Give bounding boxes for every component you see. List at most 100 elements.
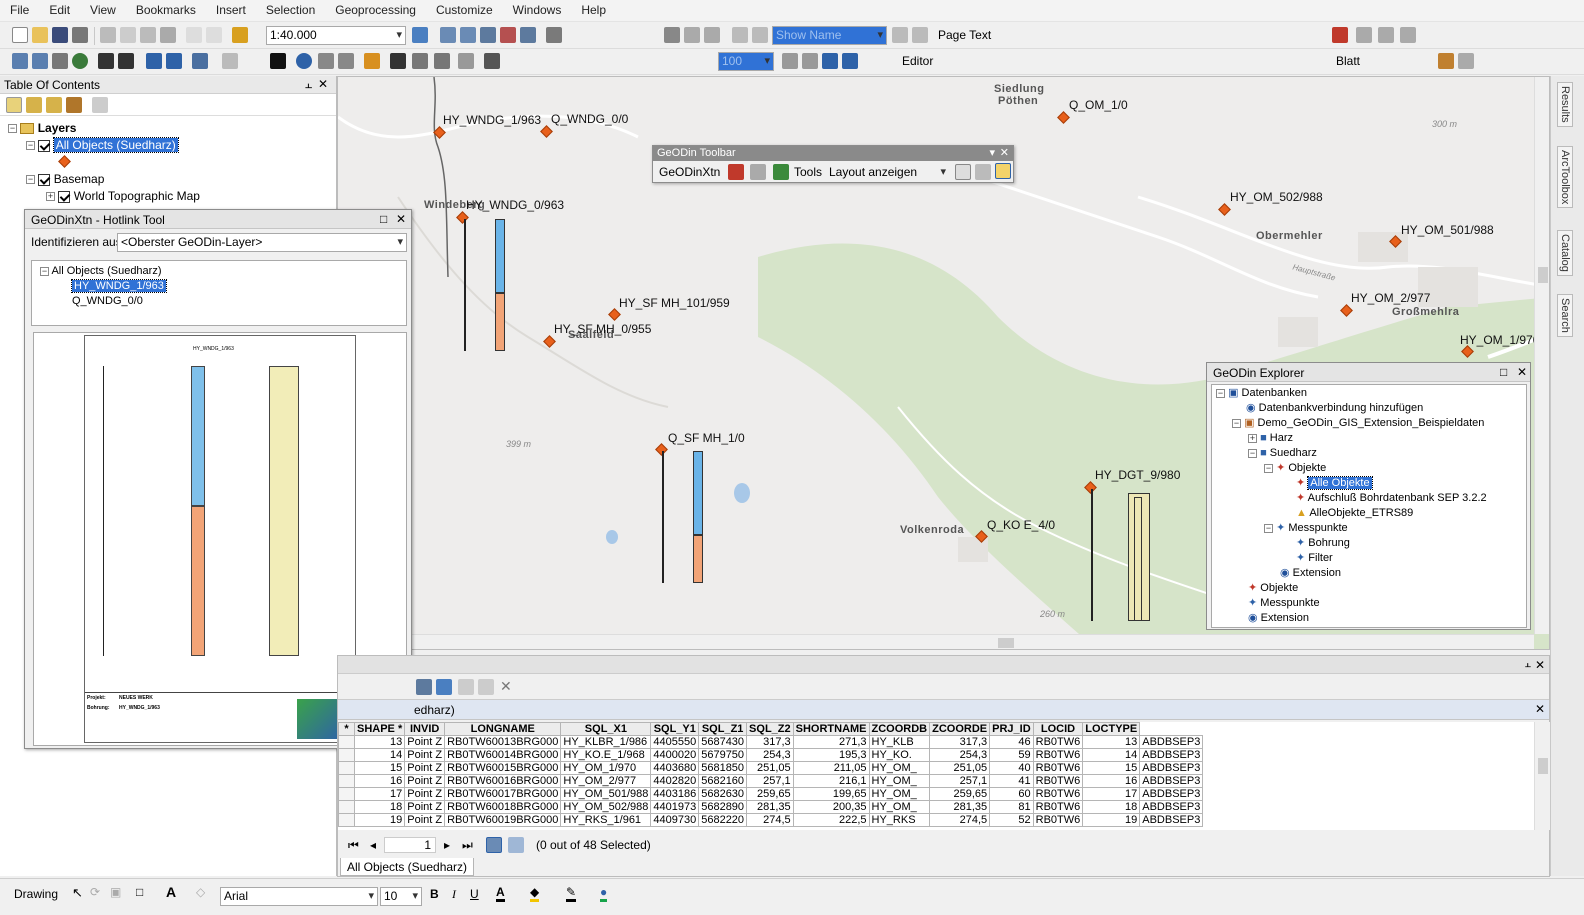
last-record-icon[interactable]: ⏭ (462, 838, 473, 853)
table-cell[interactable]: 281,35 (746, 800, 794, 814)
tool-icon[interactable] (975, 164, 991, 180)
list-by-visibility-icon[interactable] (46, 97, 62, 113)
tree-item[interactable]: Objekte (1260, 582, 1298, 594)
full-extent-icon[interactable] (72, 53, 88, 69)
table-cell[interactable]: ABDBSEP3 (1139, 761, 1204, 775)
table-cell[interactable]: RB0TW6 (1032, 787, 1084, 801)
tree-item[interactable]: AlleObjekte_ETRS89 (1309, 507, 1413, 519)
tree-item[interactable]: Extension (1293, 567, 1341, 579)
table-cell[interactable]: 14 (353, 748, 406, 762)
show-name-combo[interactable]: Show Name (772, 26, 887, 45)
table-cell[interactable]: 41 (989, 774, 1034, 788)
close-icon[interactable]: ✕ (1535, 702, 1545, 716)
collapse-all-objects-icon[interactable]: − (26, 141, 35, 151)
identify-icon[interactable] (296, 53, 312, 69)
tree-item[interactable]: Objekte (1288, 462, 1326, 474)
tool-icon[interactable] (955, 164, 971, 180)
select-elements-icon[interactable] (270, 53, 286, 69)
table-cell[interactable]: RB0TW60013BRG000 (444, 735, 562, 749)
table-cell[interactable]: 259,65 (929, 787, 991, 801)
table-cell[interactable]: 4400020 (650, 748, 700, 762)
zoom-in-icon[interactable] (12, 53, 28, 69)
table-cell[interactable]: RB0TW60018BRG000 (444, 800, 562, 814)
maximize-icon[interactable]: □ (380, 212, 387, 226)
menu-geoprocessing[interactable]: Geoprocessing (335, 3, 416, 17)
tab-arctoolbox[interactable]: ArcToolbox (1557, 146, 1573, 209)
table-cell[interactable]: Point Z (404, 800, 446, 814)
italic-button[interactable]: I (452, 887, 456, 902)
table-cell[interactable]: 52 (989, 813, 1034, 827)
record-number-input[interactable]: 1 (384, 837, 436, 853)
column-header[interactable]: PRJ_ID (989, 722, 1034, 736)
table-cell[interactable]: ABDBSEP3 (1139, 813, 1204, 827)
table-cell[interactable]: RB0TW6 (1032, 800, 1084, 814)
prev-record-icon[interactable]: ◂ (370, 838, 376, 852)
menu-help[interactable]: Help (581, 3, 606, 17)
table-cell[interactable]: HY_OM_1/970 (560, 761, 652, 775)
first-page-icon[interactable] (732, 27, 748, 43)
related-tables-icon[interactable] (436, 679, 452, 695)
map-vertical-scrollbar[interactable] (1534, 77, 1549, 634)
identify-from-combo[interactable]: <Oberster GeODin-Layer> (117, 233, 407, 252)
find-icon[interactable] (390, 53, 406, 69)
hotlink-tool-icon[interactable] (995, 163, 1011, 179)
tab-catalog[interactable]: Catalog (1557, 230, 1573, 276)
back-icon[interactable] (146, 53, 162, 69)
explorer-titlebar[interactable]: GeODin Explorer □ ✕ (1207, 363, 1530, 382)
column-header[interactable]: SHORTNAME (792, 722, 870, 736)
menu-file[interactable]: File (10, 3, 29, 17)
column-header[interactable]: LOCID (1032, 722, 1084, 736)
options-icon[interactable] (92, 97, 108, 113)
scroll-thumb[interactable] (1538, 267, 1548, 283)
hotlink-titlebar[interactable]: GeODinXtn - Hotlink Tool □ ✕ (25, 210, 411, 229)
tool-icon[interactable] (1458, 53, 1474, 69)
row-selector[interactable] (338, 800, 355, 814)
table-cell[interactable]: 81 (989, 800, 1034, 814)
table-row[interactable]: 14 Point Z RB0TW60014BRG000 HY_KO.E_1/968 44… (338, 748, 1204, 762)
table-row[interactable]: 16 Point Z RB0TW60016BRG000 HY_OM_2/977 4402… (338, 774, 1204, 788)
table-cell[interactable]: Point Z (404, 761, 446, 775)
rectangle-icon[interactable]: □ (136, 885, 143, 899)
tool-icon[interactable] (1378, 27, 1394, 43)
edit-vertices-icon[interactable]: ◇ (196, 885, 205, 899)
save-icon[interactable] (52, 27, 68, 43)
collapse-icon[interactable]: − (40, 266, 49, 276)
table-cell[interactable]: RB0TW6 (1032, 735, 1084, 749)
table-cell[interactable]: 14 (1082, 748, 1141, 762)
time-slider-icon[interactable] (458, 53, 474, 69)
map-horizontal-scrollbar[interactable] (338, 634, 1534, 649)
first-record-icon[interactable]: ⏮ (348, 838, 359, 853)
tree-item[interactable]: Messpunkte (1288, 522, 1347, 534)
table-cell[interactable]: RB0TW60019BRG000 (444, 813, 562, 827)
layout-combo[interactable]: Layout anzeigen (825, 163, 950, 182)
table-cell[interactable]: RB0TW6 (1032, 748, 1084, 762)
fixed-zoom-in-icon[interactable] (98, 53, 114, 69)
table-cell[interactable]: HY_OM_ (868, 774, 931, 788)
table-cell[interactable]: RB0TW6 (1032, 774, 1084, 788)
row-selector[interactable] (338, 787, 355, 801)
tree-item[interactable]: Suedharz (1270, 447, 1317, 459)
table-cell[interactable]: 259,65 (746, 787, 794, 801)
collapse-layers-icon[interactable]: − (8, 124, 17, 134)
geodinxtn-menu[interactable]: GeODinXtn (659, 165, 720, 179)
next-record-icon[interactable]: ▸ (444, 838, 450, 852)
tool-icon[interactable] (1438, 53, 1454, 69)
table-cell[interactable]: 13 (353, 735, 406, 749)
table-cell[interactable]: 4402820 (650, 774, 700, 788)
table-cell[interactable]: 18 (353, 800, 406, 814)
xy-icon[interactable] (434, 53, 450, 69)
table-tab-all-objects[interactable]: All Objects (Suedharz) (340, 858, 475, 876)
collapse-basemap-icon[interactable]: − (26, 175, 35, 185)
collapse-icon[interactable]: − (1232, 418, 1241, 428)
expand-world-topo-icon[interactable]: + (46, 192, 55, 202)
table-cell[interactable]: ABDBSEP3 (1139, 735, 1204, 749)
tree-item[interactable]: Filter (1308, 552, 1332, 564)
column-header[interactable]: INVID (404, 722, 446, 736)
column-header[interactable]: * (338, 722, 355, 736)
table-cell[interactable]: 5682160 (698, 774, 748, 788)
font-size-combo[interactable]: 10 (380, 887, 422, 906)
table-cell[interactable]: 251,05 (929, 761, 991, 775)
rotate-icon[interactable]: ⟳ (90, 885, 100, 899)
table-cell[interactable]: 16 (1082, 774, 1141, 788)
fixed-zoom-out-icon[interactable] (118, 53, 134, 69)
